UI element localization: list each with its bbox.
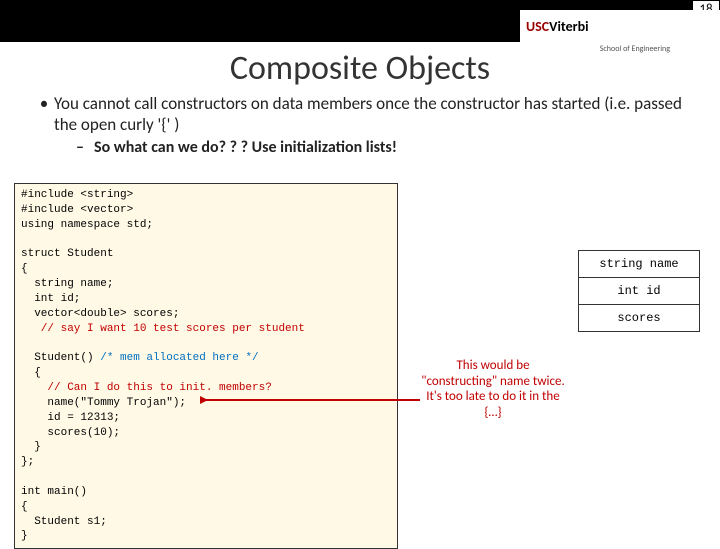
diagram-row-name: string name [579, 251, 699, 278]
bullet-main: • You cannot call constructors on data m… [34, 93, 686, 136]
diagram-row-id: int id [579, 278, 699, 305]
logo: USCViterbi School of Engineering [520, 10, 720, 42]
memory-diagram: string name int id scores [578, 250, 700, 332]
header-bar: 18 USCViterbi School of Engineering [0, 0, 720, 42]
content-area: • You cannot call constructors on data m… [0, 93, 720, 157]
logo-tagline: School of Engineering [600, 44, 670, 54]
bullet-main-text: You cannot call constructors on data mem… [54, 93, 686, 136]
bullet-sub-text: So what can we do? ? ? Use initializatio… [94, 138, 397, 157]
code-block: #include <string> #include <vector> usin… [14, 183, 398, 549]
diagram-row-scores: scores [579, 305, 699, 331]
annotation-text: This would be "constructing" name twice.… [418, 358, 568, 420]
bullet-sub: – So what can we do? ? ? Use initializat… [76, 138, 686, 157]
slide-title: Composite Objects [0, 48, 720, 89]
logo-viterbi: Viterbi [549, 18, 588, 35]
logo-usc: USC [526, 18, 549, 35]
